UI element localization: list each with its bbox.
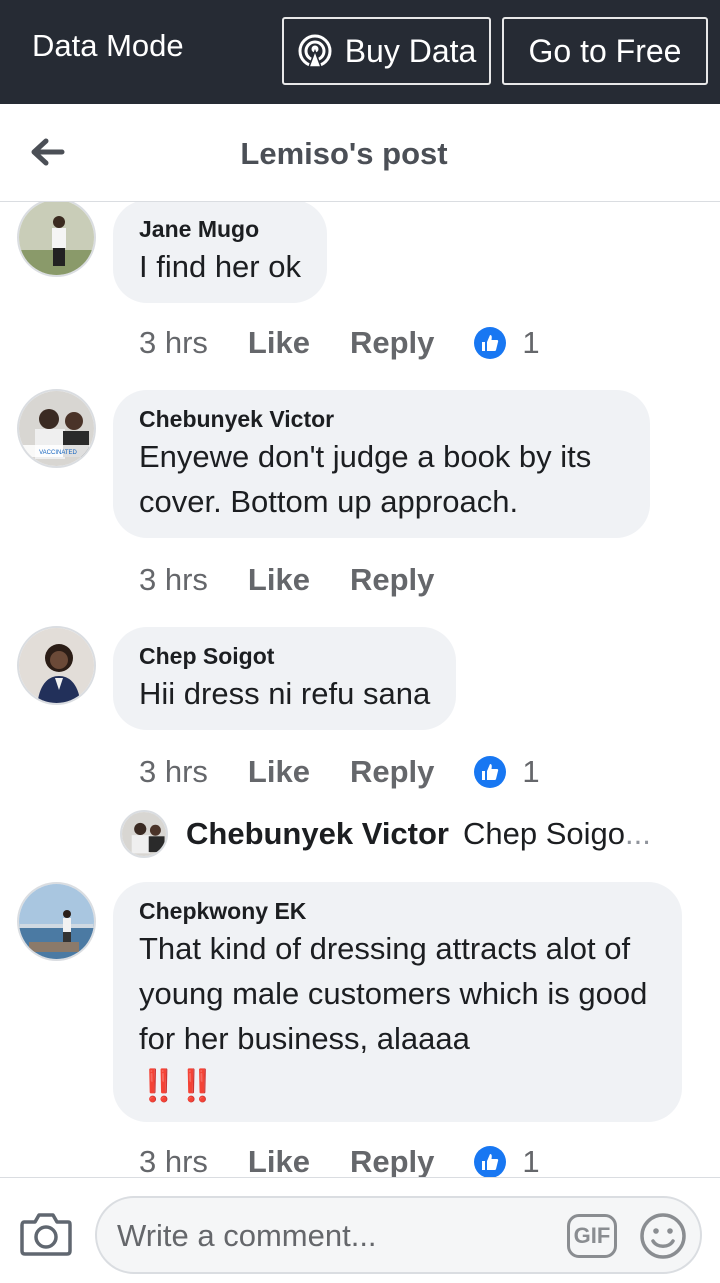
reply-preview[interactable]: Chebunyek Victor Chep Soigo... <box>120 809 651 859</box>
reaction-count[interactable]: 1 <box>522 754 539 790</box>
comment-input[interactable]: Write a comment... GIF <box>95 1196 702 1274</box>
thumbs-up-icon[interactable] <box>474 327 507 359</box>
comment-actions: 3 hrs Like Reply 1 <box>139 323 540 363</box>
comment-text: Hii dress ni refu sana <box>139 676 431 711</box>
comment-text: Enyewe don't judge a book by its cover. … <box>139 439 592 519</box>
buy-data-button[interactable]: Buy Data <box>282 17 491 85</box>
reaction-count[interactable]: 1 <box>522 325 539 361</box>
double-exclamation-emoji: ‼️‼️ <box>139 1068 217 1103</box>
comment-author[interactable]: Chep Soigot <box>139 641 430 671</box>
reply-button[interactable]: Reply <box>350 325 434 361</box>
comment-actions: 3 hrs Like Reply 1 <box>139 1142 540 1177</box>
comment-time[interactable]: 3 hrs <box>139 754 208 790</box>
comment-author[interactable]: Chebunyek Victor <box>139 404 624 434</box>
data-mode-bar: Data Mode Buy Data Go to Free <box>0 0 720 104</box>
comment-time[interactable]: 3 hrs <box>139 1144 208 1177</box>
comment-composer: Write a comment... GIF <box>0 1177 720 1283</box>
smiley-icon[interactable] <box>639 1212 687 1260</box>
svg-text:VACCINATED: VACCINATED <box>39 450 77 456</box>
reply-button[interactable]: Reply <box>350 1144 434 1177</box>
like-button[interactable]: Like <box>248 1144 310 1177</box>
avatar[interactable] <box>17 626 96 705</box>
avatar[interactable]: VACCINATED <box>17 389 96 468</box>
reply-button[interactable]: Reply <box>350 562 434 598</box>
comment-text: I find her ok <box>139 249 301 284</box>
buy-data-label: Buy Data <box>344 32 477 69</box>
camera-icon[interactable] <box>20 1210 72 1256</box>
data-mode-label: Data Mode <box>32 28 184 63</box>
gif-button[interactable]: GIF <box>567 1214 617 1258</box>
reaction-count[interactable]: 1 <box>522 1144 539 1177</box>
comment-bubble[interactable]: Chepkwony EK That kind of dressing attra… <box>113 882 682 1122</box>
reply-ellipsis: ... <box>625 816 651 851</box>
comment-text: That kind of dressing attracts alot of y… <box>139 931 648 1056</box>
comment-feed[interactable]: Jane Mugo I find her ok 3 hrs Like Reply… <box>0 202 720 1177</box>
comment-actions: 3 hrs Like Reply <box>139 560 474 600</box>
avatar[interactable] <box>17 882 96 961</box>
go-to-free-label: Go to Free <box>528 32 682 69</box>
like-button[interactable]: Like <box>248 754 310 790</box>
broadcast-icon <box>297 33 333 69</box>
avatar[interactable] <box>17 202 96 277</box>
comment-time[interactable]: 3 hrs <box>139 562 208 598</box>
comment-placeholder: Write a comment... <box>117 1218 377 1253</box>
page-title: Lemiso's post <box>240 136 448 171</box>
go-to-free-button[interactable]: Go to Free <box>502 17 708 85</box>
thumbs-up-icon[interactable] <box>474 1146 507 1177</box>
comment-time[interactable]: 3 hrs <box>139 325 208 361</box>
comment-actions: 3 hrs Like Reply 1 <box>139 752 540 792</box>
comment-bubble[interactable]: Chep Soigot Hii dress ni refu sana <box>113 627 457 730</box>
reply-author[interactable]: Chebunyek Victor <box>186 816 449 852</box>
thumbs-up-icon[interactable] <box>474 756 507 788</box>
like-button[interactable]: Like <box>248 325 310 361</box>
reply-text: Chep Soigo <box>463 816 626 851</box>
comment-bubble[interactable]: Chebunyek Victor Enyewe don't judge a bo… <box>113 390 650 538</box>
comment-author[interactable]: Chepkwony EK <box>139 896 656 926</box>
comment-bubble[interactable]: Jane Mugo I find her ok <box>113 202 327 303</box>
avatar[interactable] <box>120 810 168 858</box>
comment-author[interactable]: Jane Mugo <box>139 214 301 244</box>
post-header: Lemiso's post <box>0 104 720 202</box>
like-button[interactable]: Like <box>248 562 310 598</box>
reply-button[interactable]: Reply <box>350 754 434 790</box>
